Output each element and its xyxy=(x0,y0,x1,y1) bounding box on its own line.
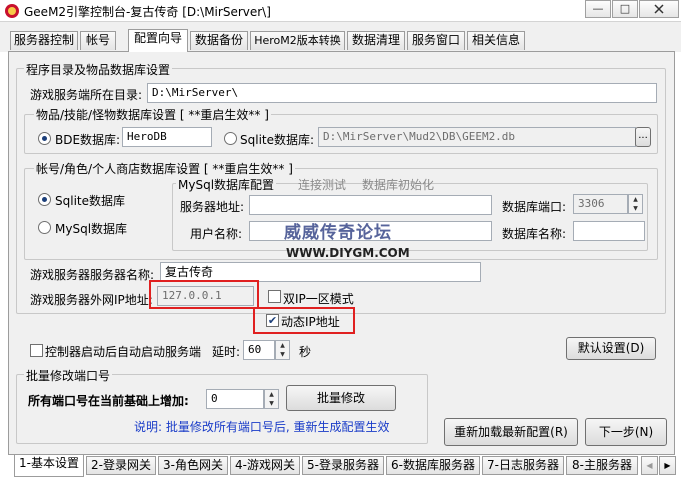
default-settings-button[interactable]: 默认设置(D) xyxy=(566,337,656,360)
window-title: GeeM2引擎控制台-复古传奇 [D:\MirServer\] xyxy=(24,5,271,19)
minimize-button[interactable]: — xyxy=(585,0,611,18)
connection-test-link[interactable]: 连接测试 xyxy=(298,176,346,193)
watermark-url: WWW.DIYGM.COM xyxy=(286,246,410,260)
port-increase-spinner[interactable]: ▲ ▼ xyxy=(264,389,279,409)
delay-unit: 秒 xyxy=(299,345,312,359)
next-step-button[interactable]: 下一步(N) xyxy=(585,418,667,446)
maximize-button[interactable]: □ xyxy=(612,0,638,18)
tab-role-gateway[interactable]: 3-角色网关 xyxy=(158,456,228,475)
batch-port-title: 批量修改端口号 xyxy=(24,367,113,384)
tab-scroll-left[interactable]: ◀ xyxy=(641,456,658,475)
spin-down-icon[interactable]: ▼ xyxy=(276,350,289,359)
tab-related-info[interactable]: 相关信息 xyxy=(467,31,525,50)
db-init-link[interactable]: 数据库初始化 xyxy=(362,176,434,193)
mysql-config-title: MySql数据库配置 xyxy=(176,176,277,193)
reload-config-button[interactable]: 重新加载最新配置(R) xyxy=(444,418,578,446)
autostart-label: 控制器启动后自动启动服务端 xyxy=(45,345,202,359)
server-dir-input[interactable]: D:\MirServer\ xyxy=(147,83,657,103)
bde-label: BDE数据库: xyxy=(55,133,121,147)
arrow-right-icon: ▶ xyxy=(664,461,671,470)
server-name-input[interactable]: 复古传奇 xyxy=(160,262,481,282)
port-increase-input[interactable]: 0 xyxy=(206,389,264,409)
sqlite-item-radio[interactable] xyxy=(224,132,237,145)
sqlite-path-input[interactable]: D:\MirServer\Mud2\DB\GEEM2.db xyxy=(318,127,636,147)
server-dir-label: 游戏服务端所在目录: xyxy=(30,88,143,102)
delay-label: 延时: xyxy=(212,345,241,359)
username-label: 用户名称: xyxy=(190,227,243,241)
server-address-label: 服务器地址: xyxy=(180,200,245,214)
delay-input[interactable]: 60 xyxy=(243,340,275,360)
tab-service-window[interactable]: 服务窗口 xyxy=(407,31,465,50)
dual-ip-label: 双IP一区模式 xyxy=(283,292,354,306)
port-increase-label: 所有端口号在当前基础上增加: xyxy=(28,394,189,408)
db-name-label: 数据库名称: xyxy=(502,227,567,241)
tab-login-gateway[interactable]: 2-登录网关 xyxy=(86,456,156,475)
db-port-input[interactable]: 3306 xyxy=(573,194,628,214)
bde-input[interactable]: HeroDB xyxy=(122,127,212,147)
batch-modify-button[interactable]: 批量修改 xyxy=(286,385,396,411)
spin-down-icon[interactable]: ▼ xyxy=(629,204,642,213)
dual-ip-checkbox[interactable] xyxy=(268,290,281,303)
tab-game-gateway[interactable]: 4-游戏网关 xyxy=(230,456,300,475)
db-port-spinner[interactable]: ▲ ▼ xyxy=(628,194,643,214)
program-dir-group-title: 程序目录及物品数据库设置 xyxy=(24,61,173,78)
account-db-group-title: 帐号/角色/个人商店数据库设置 [ **重启生效** ] xyxy=(34,160,295,177)
mysql-account-radio[interactable] xyxy=(38,221,51,234)
delay-spinner[interactable]: ▲ ▼ xyxy=(275,340,290,360)
tab-account[interactable]: 帐号 xyxy=(80,31,116,50)
db-port-label: 数据库端口: xyxy=(502,200,567,214)
server-address-input[interactable] xyxy=(249,195,492,215)
tab-data-backup[interactable]: 数据备份 xyxy=(190,31,248,50)
tab-database-server[interactable]: 6-数据库服务器 xyxy=(386,456,480,475)
watermark-title: 威威传奇论坛 xyxy=(284,223,392,243)
spin-up-icon[interactable]: ▲ xyxy=(265,390,278,399)
sqlite-account-label: Sqlite数据库 xyxy=(55,194,125,208)
sqlite-item-label: Sqlite数据库: xyxy=(240,133,315,147)
tab-herom2-convert[interactable]: HeroM2版本转换 xyxy=(250,31,345,50)
server-ip-label: 游戏服务器外网IP地址: xyxy=(30,293,153,307)
browse-button[interactable]: ... xyxy=(635,127,651,147)
close-icon xyxy=(654,4,664,14)
spin-down-icon[interactable]: ▼ xyxy=(265,399,278,408)
spin-up-icon[interactable]: ▲ xyxy=(276,341,289,350)
highlight-box-dynamic-ip xyxy=(253,307,355,334)
highlight-box-ip xyxy=(149,280,259,309)
spin-up-icon[interactable]: ▲ xyxy=(629,195,642,204)
tab-login-server[interactable]: 5-登录服务器 xyxy=(302,456,384,475)
autostart-checkbox[interactable] xyxy=(30,344,43,357)
arrow-left-icon: ◀ xyxy=(646,461,653,470)
close-button[interactable] xyxy=(639,0,679,18)
tab-server-control[interactable]: 服务器控制 xyxy=(10,31,78,50)
batch-note: 说明: 批量修改所有端口号后, 重新生成配置生效 xyxy=(134,420,390,434)
tab-basic-settings[interactable]: 1-基本设置 xyxy=(14,455,84,477)
tab-scroll-right[interactable]: ▶ xyxy=(659,456,676,475)
item-db-group-title: 物品/技能/怪物数据库设置 [ **重启生效** ] xyxy=(34,106,271,123)
tab-main-server[interactable]: 8-主服务器 xyxy=(566,456,638,475)
tab-log-server[interactable]: 7-日志服务器 xyxy=(482,456,564,475)
tab-data-cleanup[interactable]: 数据清理 xyxy=(347,31,405,50)
title-bar: GeeM2引擎控制台-复古传奇 [D:\MirServer\] — □ xyxy=(0,0,681,22)
server-name-label: 游戏服务器服务器名称: xyxy=(30,268,155,282)
tab-config-wizard[interactable]: 配置向导 xyxy=(128,29,188,52)
sqlite-account-radio[interactable] xyxy=(38,193,51,206)
app-icon xyxy=(4,3,20,19)
mysql-account-label: MySql数据库 xyxy=(55,222,128,236)
bde-radio[interactable] xyxy=(38,132,51,145)
db-name-input[interactable] xyxy=(573,221,645,241)
